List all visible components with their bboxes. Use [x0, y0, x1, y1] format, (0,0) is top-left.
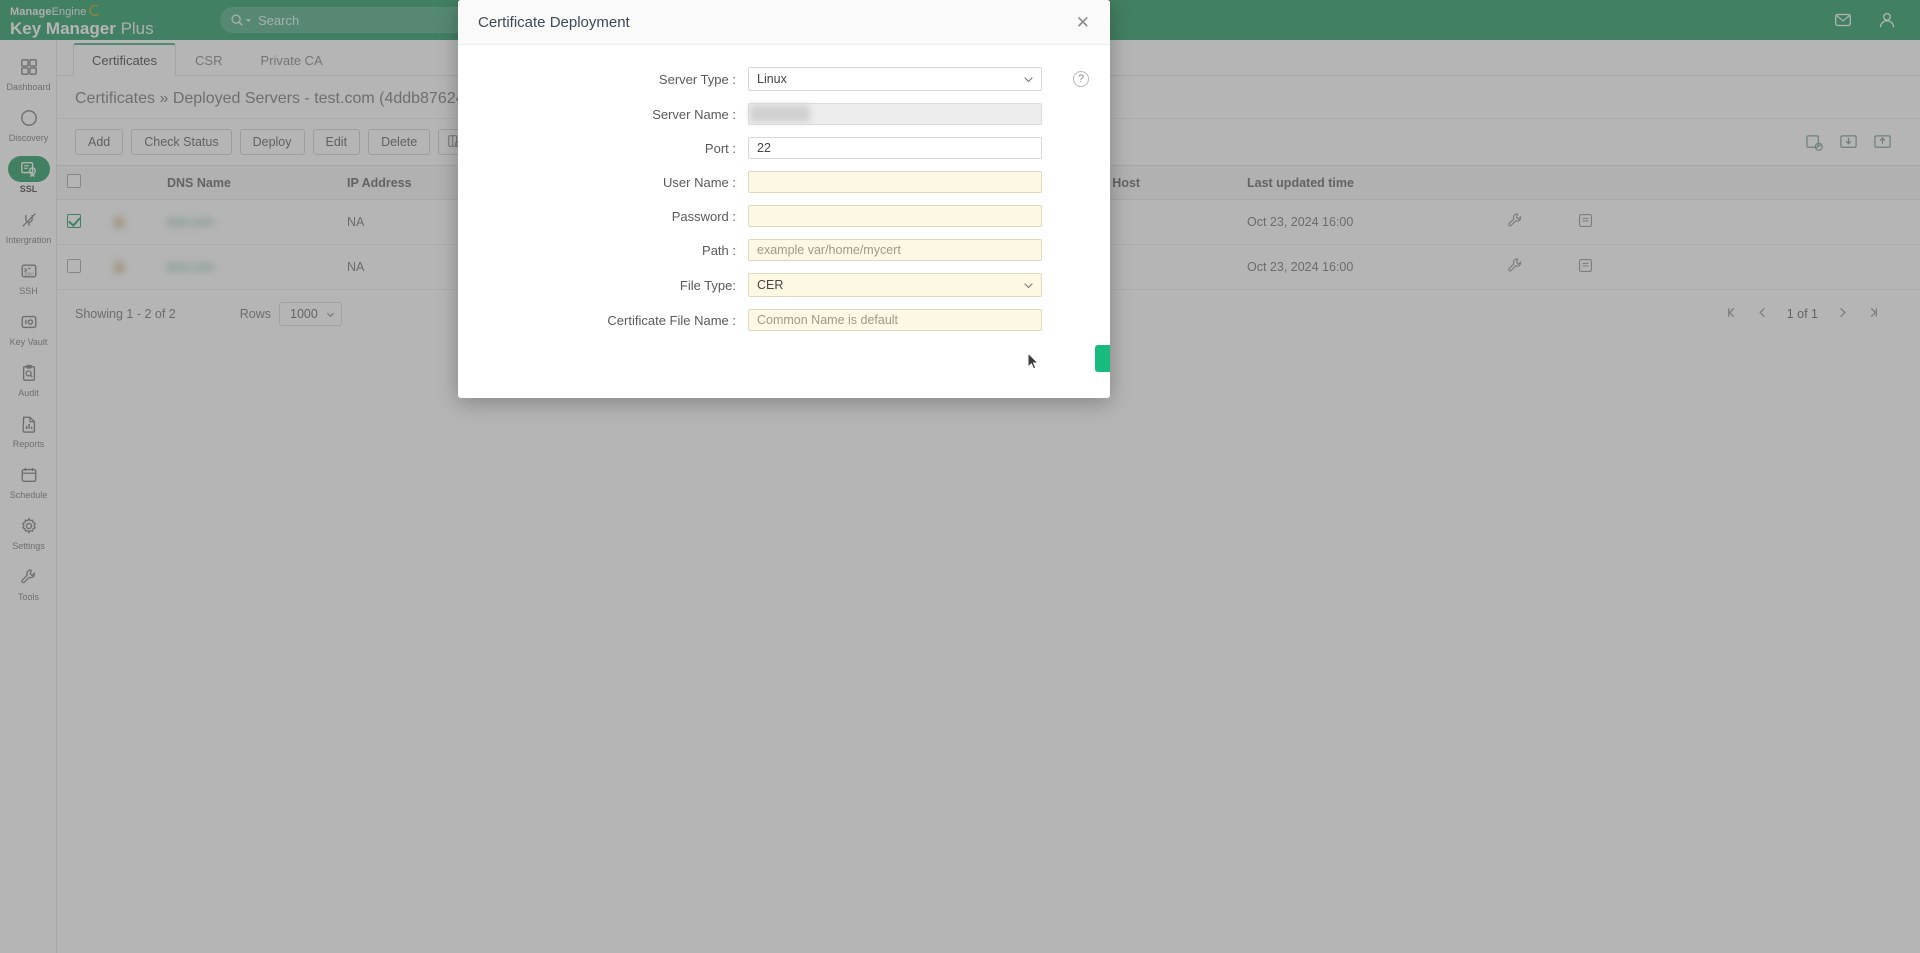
chevron-down-icon — [1023, 74, 1034, 88]
server-name-label: Server Name : — [652, 106, 736, 122]
field-row-server-type: Server Type : Linux ? — [458, 67, 1110, 91]
field-row-server-name: Server Name : — [458, 103, 1110, 125]
port-label: Port : — [704, 140, 736, 156]
user-name-input[interactable] — [748, 171, 1042, 193]
server-type-select[interactable]: Linux — [748, 67, 1042, 91]
certificate-file-name-control — [748, 309, 1042, 331]
server-type-value: Linux — [757, 72, 787, 86]
dialog-body: Server Type : Linux ? Server Name : Port… — [458, 45, 1110, 372]
certificate-file-name-label: Certificate File Name : — [607, 312, 736, 328]
field-row-port: Port : — [458, 137, 1110, 159]
dialog-title: Certificate Deployment — [478, 13, 630, 31]
server-name-control — [748, 103, 1042, 125]
password-control — [748, 205, 1042, 227]
path-label: Path : — [702, 242, 736, 258]
port-input[interactable] — [748, 137, 1042, 159]
password-label: Password : — [671, 208, 736, 224]
file-type-label: File Type: — [679, 277, 736, 293]
path-control — [748, 239, 1042, 261]
file-type-select[interactable]: CER — [748, 273, 1042, 297]
certificate-deployment-dialog: Certificate Deployment ✕ Server Type : L… — [458, 0, 1110, 398]
save-button[interactable]: Save — [1095, 345, 1110, 372]
user-name-label: User Name : — [663, 174, 736, 190]
dialog-header: Certificate Deployment ✕ — [458, 0, 1110, 45]
field-row-path: Path : — [458, 239, 1110, 261]
file-type-value: CER — [757, 278, 784, 292]
help-circle-icon[interactable]: ? — [1073, 71, 1089, 87]
field-row-user-name: User Name : — [458, 171, 1110, 193]
user-name-control — [748, 171, 1042, 193]
path-input[interactable] — [748, 239, 1042, 261]
field-row-file-type: File Type: CER — [458, 273, 1110, 297]
chevron-down-icon — [1023, 280, 1034, 294]
certificate-file-name-input[interactable] — [748, 309, 1042, 331]
server-type-control: Linux — [748, 67, 1042, 91]
port-control — [748, 137, 1042, 159]
field-row-certificate-file-name: Certificate File Name : — [458, 309, 1110, 331]
field-row-password: Password : — [458, 205, 1110, 227]
file-type-control: CER — [748, 273, 1042, 297]
dialog-actions: Save Cancel — [458, 345, 1110, 372]
app-root: ManageEngine Key Manager Plus Search Das… — [0, 0, 1920, 953]
close-icon[interactable]: ✕ — [1072, 10, 1094, 35]
mouse-cursor — [1027, 351, 1040, 371]
masked-server-name — [750, 105, 810, 122]
password-input[interactable] — [748, 205, 1042, 227]
server-type-label: Server Type : — [658, 71, 736, 87]
